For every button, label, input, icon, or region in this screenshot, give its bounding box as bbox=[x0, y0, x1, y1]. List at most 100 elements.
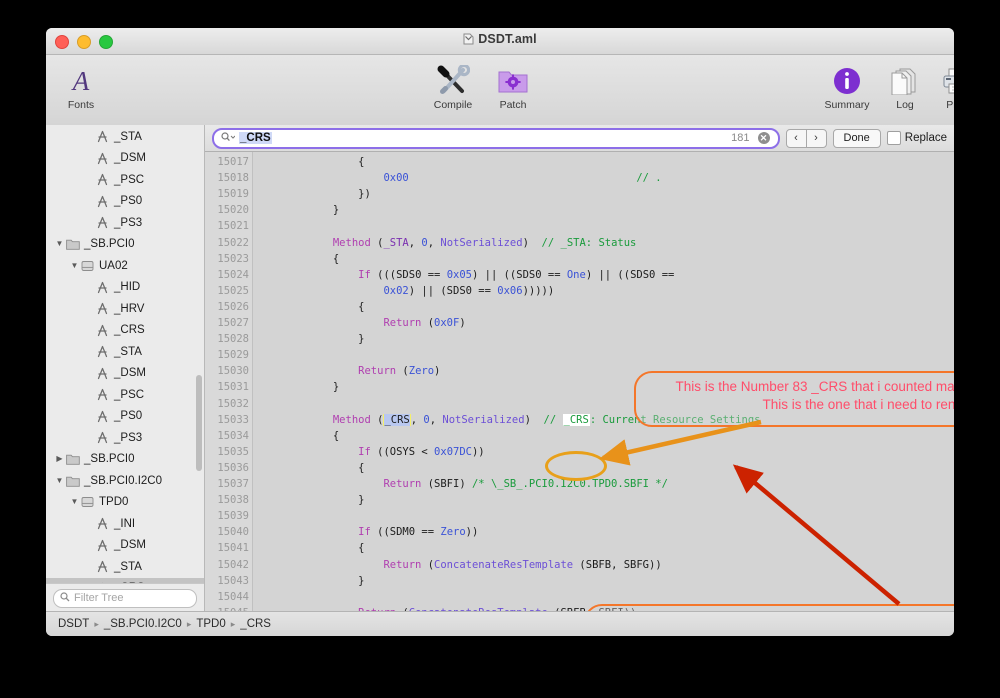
code-token: SBFG bbox=[623, 558, 650, 571]
code-token: ConcatenateResTemplate bbox=[434, 558, 574, 571]
tree-item-label: _PSC bbox=[114, 388, 145, 401]
line-number: 15021 bbox=[217, 220, 249, 233]
code-token: , bbox=[410, 413, 424, 426]
search-input[interactable]: _CRS 181 ✕ bbox=[212, 127, 780, 149]
chevron-down-icon[interactable]: ▼ bbox=[69, 261, 80, 270]
find-previous-button[interactable]: ‹ bbox=[787, 130, 806, 147]
breadcrumb-item[interactable]: _SB.PCI0.I2C0 bbox=[104, 618, 182, 630]
breadcrumb-item[interactable]: DSDT bbox=[58, 618, 89, 630]
method-icon bbox=[95, 281, 110, 294]
breadcrumb-item[interactable]: _CRS bbox=[240, 618, 271, 630]
tree-item-PS3[interactable]: _PS3 bbox=[46, 212, 204, 234]
tree-item-DSM[interactable]: _DSM bbox=[46, 148, 204, 170]
code-token: } bbox=[257, 381, 340, 394]
tree-item-STA[interactable]: _STA bbox=[46, 341, 204, 363]
code-token: // bbox=[543, 413, 563, 426]
code-token: // _STA: Status bbox=[541, 236, 637, 249]
code-editor[interactable]: 15017 {15018 0x00 // . 15019 }) 15020 } 150… bbox=[205, 152, 954, 612]
tree-item-SBPCI0[interactable]: ▶ _SB.PCI0 bbox=[46, 449, 204, 471]
method-icon bbox=[95, 582, 110, 583]
tree-item-DSM[interactable]: _DSM bbox=[46, 535, 204, 557]
code-line[interactable]: { bbox=[257, 460, 364, 476]
code-line[interactable]: { bbox=[257, 428, 339, 444]
breadcrumb-separator: ▸ bbox=[186, 618, 192, 629]
chevron-down-icon[interactable]: ▼ bbox=[69, 498, 80, 506]
clear-search-icon[interactable]: ✕ bbox=[757, 132, 770, 144]
sidebar-scrollbar-thumb[interactable] bbox=[196, 375, 202, 471]
tree-item-DSM[interactable]: _DSM bbox=[46, 363, 204, 385]
tree-item-HID[interactable]: _HID bbox=[46, 277, 204, 299]
tree-item-SBPCI0[interactable]: ▼ _SB.PCI0 bbox=[46, 234, 204, 256]
code-line[interactable]: 0x00 // . bbox=[257, 170, 662, 186]
print-button[interactable]: Print bbox=[926, 61, 954, 111]
code-token: If bbox=[358, 445, 371, 458]
code-token: , bbox=[429, 413, 443, 426]
tree-item-UA02[interactable]: ▼ UA02 bbox=[46, 255, 204, 277]
find-next-button[interactable]: › bbox=[805, 129, 826, 147]
code-token: NotSerialized bbox=[442, 413, 525, 426]
tree-item-CRS[interactable]: _CRS bbox=[46, 320, 204, 342]
tree-item-STA[interactable]: _STA bbox=[46, 556, 204, 578]
code-line[interactable]: } bbox=[257, 379, 339, 395]
summary-button[interactable]: Summary bbox=[816, 61, 878, 111]
breadcrumb-separator: ▸ bbox=[94, 618, 99, 629]
acpi-tree[interactable]: _STA _DSM _PSC _PS0 _PS3 ▼ _SB.PCI0 ▼ UA02 _HID _H… bbox=[46, 125, 204, 583]
method-icon bbox=[95, 173, 110, 186]
chevron-down-icon[interactable]: ▼ bbox=[54, 476, 65, 485]
code-line[interactable]: If ((OSYS < 0x07DC)) bbox=[257, 444, 484, 460]
method-icon bbox=[95, 302, 110, 315]
code-token: // . bbox=[636, 172, 662, 185]
tree-item-INI[interactable]: _INI bbox=[46, 513, 204, 535]
breadcrumb-item[interactable]: TPD0 bbox=[196, 618, 225, 630]
printer-icon bbox=[926, 61, 954, 101]
code-line[interactable]: Return (Zero) bbox=[257, 363, 440, 379]
compile-button[interactable]: Compile bbox=[422, 61, 484, 111]
code-line[interactable]: { bbox=[257, 251, 339, 267]
tree-item-PS0[interactable]: _PS0 bbox=[46, 191, 204, 213]
code-line[interactable]: Return (0x0F) bbox=[257, 315, 465, 331]
find-nav-buttons[interactable]: ‹ › bbox=[785, 128, 827, 148]
tree-item-CRS[interactable]: _CRS bbox=[46, 577, 204, 583]
code-token: == bbox=[541, 268, 567, 281]
code-line[interactable]: Method (_STA, 0, NotSerialized) // _STA:… bbox=[257, 235, 637, 251]
tree-item-PS3[interactable]: _PS3 bbox=[46, 427, 204, 449]
tree-item-SBPCI0I2C0[interactable]: ▼ _SB.PCI0.I2C0 bbox=[46, 470, 204, 492]
code-line[interactable]: } bbox=[257, 331, 364, 347]
code-line[interactable]: If (((SDS0 == 0x05) || ((SDS0 == One) ||… bbox=[257, 267, 674, 283]
code-line[interactable]: } bbox=[257, 202, 339, 218]
tree-item-TPD0[interactable]: ▼ TPD0 bbox=[46, 492, 204, 514]
tree-item-HRV[interactable]: _HRV bbox=[46, 298, 204, 320]
tree-item-label: _PS0 bbox=[114, 195, 143, 208]
code-line[interactable]: If ((SDM0 == Zero)) bbox=[257, 524, 478, 540]
code-token: If bbox=[358, 268, 371, 281]
method-icon bbox=[95, 130, 110, 143]
code-line[interactable]: Return (SBFI) /* \_SB_.PCI0.I2C0.TPD0.SB… bbox=[257, 476, 668, 492]
done-button[interactable]: Done bbox=[832, 128, 881, 148]
fonts-button[interactable]: A Fonts bbox=[50, 61, 112, 111]
code-line[interactable]: 0x02) || (SDS0 == 0x06))))) bbox=[257, 283, 554, 299]
code-line[interactable]: { bbox=[257, 540, 364, 556]
code-line[interactable]: } bbox=[257, 492, 364, 508]
folder-icon bbox=[65, 238, 80, 250]
tree-item-PSC[interactable]: _PSC bbox=[46, 169, 204, 191]
tree-item-PSC[interactable]: _PSC bbox=[46, 384, 204, 406]
code-line[interactable]: { bbox=[257, 154, 364, 170]
chevron-down-icon[interactable]: ▼ bbox=[54, 240, 65, 248]
tree-item-PS0[interactable]: _PS0 bbox=[46, 406, 204, 428]
chevron-right-icon[interactable]: ▶ bbox=[54, 455, 65, 463]
code-line[interactable]: { bbox=[257, 299, 364, 315]
replace-checkbox[interactable] bbox=[886, 131, 901, 145]
code-line[interactable]: Return (ConcatenateResTemplate (SBFB, SB… bbox=[257, 557, 661, 573]
tree-item-STA[interactable]: _STA bbox=[46, 126, 204, 148]
code-line[interactable]: } bbox=[257, 573, 364, 589]
code-line[interactable]: }) bbox=[257, 186, 371, 202]
replace-toggle[interactable]: Replace bbox=[886, 131, 947, 145]
patch-button[interactable]: Patch bbox=[482, 61, 544, 111]
tree-item-label: _PS3 bbox=[114, 216, 143, 229]
filter-tree-input[interactable]: Filter Tree bbox=[53, 588, 197, 608]
filter-tree-placeholder: Filter Tree bbox=[74, 592, 124, 604]
font-A-icon: A bbox=[72, 65, 90, 96]
code-token: } bbox=[257, 204, 340, 217]
